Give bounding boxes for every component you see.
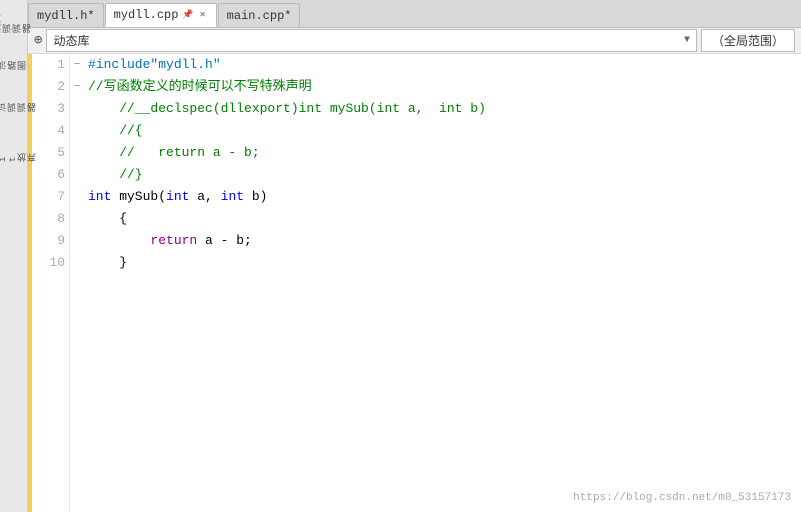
code-token: //__declspec(dllexport)int mySub(int a, … <box>88 98 486 120</box>
line-num-6: 6 <box>36 164 65 186</box>
sidebar-item-debugger[interactable]: 调试调调器 <box>2 88 26 128</box>
code-token: b) <box>244 186 267 208</box>
code-token: //写函数定义的时候可以不写特殊声明 <box>88 76 312 98</box>
code-line-9: return a - b; <box>88 230 797 252</box>
toolbar-add-icon[interactable]: ⊕ <box>34 32 42 49</box>
tab-label: mydll.h* <box>37 9 95 23</box>
line-num-10: 10 <box>36 252 65 274</box>
main-area: mydll.h* mydll.cpp 📌 ✕ main.cpp* ⊕ 动态库 ▼… <box>28 0 801 512</box>
code-token: //{ <box>88 120 143 142</box>
code-line-1: #include"mydll.h" <box>88 54 797 76</box>
sidebar-item-map[interactable]: 淡路图 <box>2 46 26 86</box>
toolbar: ⊕ 动态库 ▼ （全局范围） <box>28 28 801 54</box>
toolbar-scope: （全局范围） <box>701 29 795 52</box>
editor-area: 1 2 3 4 5 6 7 8 9 10 − − <box>28 54 801 512</box>
code-token: } <box>88 252 127 274</box>
tab-close-icon[interactable]: ✕ <box>198 8 208 22</box>
code-token-int: int <box>88 186 111 208</box>
line-num-1: 1 <box>36 54 65 76</box>
code-token: a, <box>189 186 220 208</box>
code-token-int3: int <box>221 186 244 208</box>
line-num-4: 4 <box>36 120 65 142</box>
tab-maincpp[interactable]: main.cpp* <box>218 3 301 27</box>
code-token: a - b; <box>197 230 252 252</box>
line-num-9: 9 <box>36 230 65 252</box>
fold-7[interactable]: − <box>70 76 84 98</box>
code-line-10: } <box>88 252 797 274</box>
toolbar-dropdown-label: 动态库 <box>53 32 89 49</box>
code-token: #include"mydll.h" <box>88 54 221 76</box>
tab-mydllh[interactable]: mydll.h* <box>28 3 104 27</box>
toolbar-dropdown[interactable]: 动态库 ▼ <box>46 29 697 52</box>
sidebar-item-git[interactable]: Git放弃 <box>2 138 26 178</box>
code-line-7: int mySub(int a, int b) <box>88 186 797 208</box>
fold-column: − − <box>70 54 84 512</box>
line-num-7: 7 <box>36 186 65 208</box>
code-line-4: //{ <box>88 120 797 142</box>
tab-label-active: mydll.cpp <box>114 8 179 22</box>
code-token-return: return <box>150 230 197 252</box>
code-token <box>88 230 150 252</box>
code-token: mySub( <box>111 186 166 208</box>
dropdown-arrow-icon: ▼ <box>684 35 690 46</box>
line-numbers: 1 2 3 4 5 6 7 8 9 10 <box>32 54 70 512</box>
tab-mydllcpp[interactable]: mydll.cpp 📌 ✕ <box>105 3 217 27</box>
code-token: { <box>88 208 127 230</box>
tab-label: main.cpp* <box>227 9 292 23</box>
sidebar-item-browser[interactable]: 浏览调调器 <box>2 4 26 44</box>
line-num-2: 2 <box>36 76 65 98</box>
code-line-3: //__declspec(dllexport)int mySub(int a, … <box>88 98 797 120</box>
code-line-5: // return a - b; <box>88 142 797 164</box>
code-line-6: //} <box>88 164 797 186</box>
tab-bar: mydll.h* mydll.cpp 📌 ✕ main.cpp* <box>28 0 801 28</box>
code-token-int2: int <box>166 186 189 208</box>
code-line-2: //写函数定义的时候可以不写特殊声明 <box>88 76 797 98</box>
code-token: // return a - b; <box>88 142 260 164</box>
code-token: //} <box>88 164 143 186</box>
fold-2[interactable]: − <box>70 54 84 76</box>
sidebar: 浏览调调器 淡路图 调试调调器 Git放弃 <box>0 0 28 512</box>
tab-pin-icon: 📌 <box>182 10 193 20</box>
code-line-8: { <box>88 208 797 230</box>
line-num-8: 8 <box>36 208 65 230</box>
line-num-3: 3 <box>36 98 65 120</box>
code-editor[interactable]: #include"mydll.h" //写函数定义的时候可以不写特殊声明 //_… <box>84 54 801 512</box>
line-num-5: 5 <box>36 142 65 164</box>
